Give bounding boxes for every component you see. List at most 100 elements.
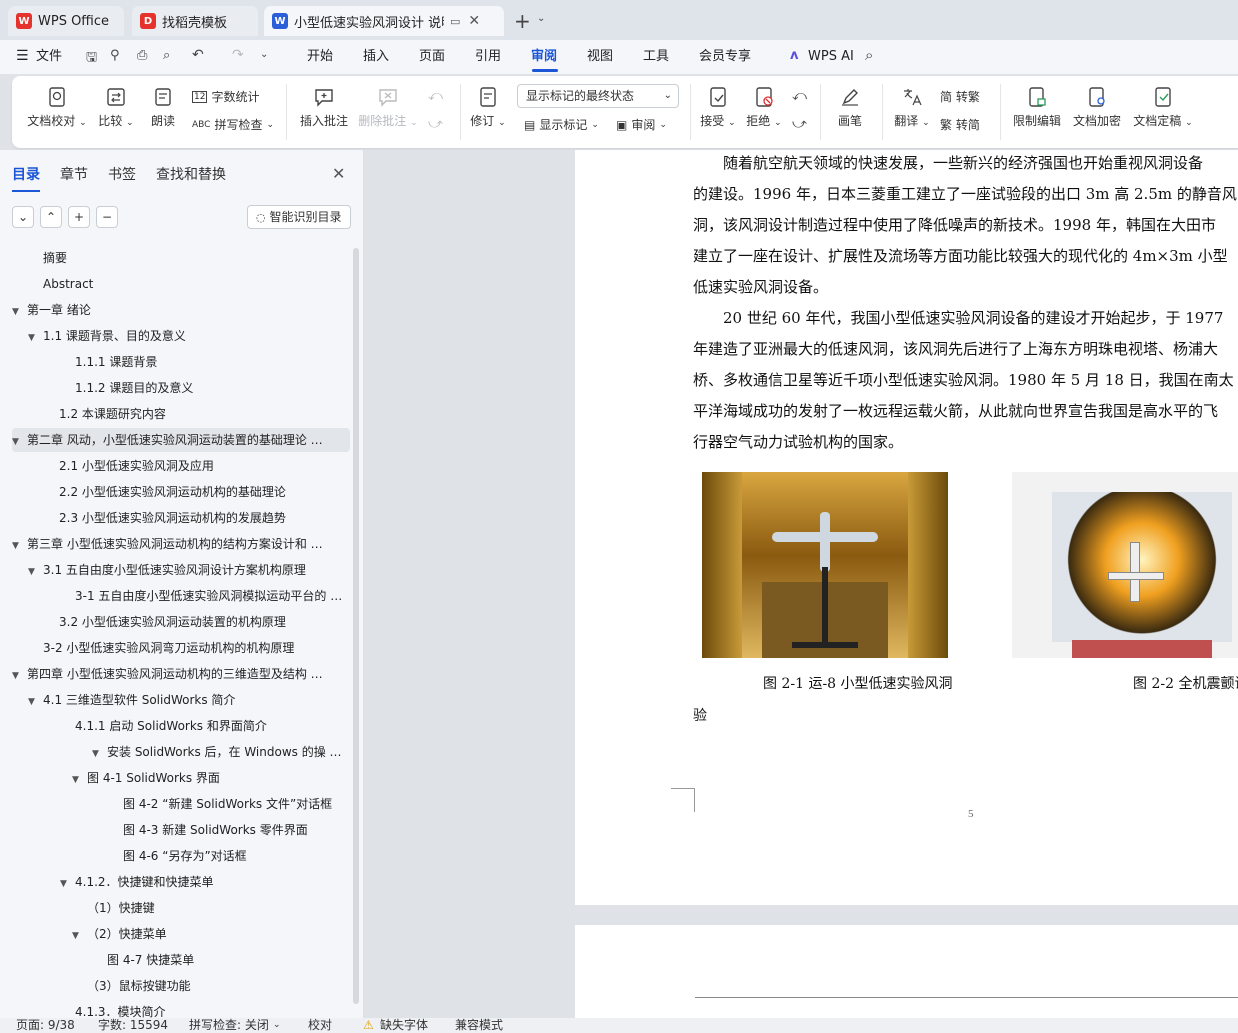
word-count-button[interactable]: 12 字数统计 <box>192 88 259 105</box>
toc-item[interactable]: ▼ 3.1 五自由度小型低速实验风洞设计方案机构原理 <box>12 558 350 582</box>
document-page[interactable]: 随着航空航天领域的快速发展，一些新兴的经济强国也开始重视风洞设备 的建设。1996… <box>575 150 1238 905</box>
toc-item[interactable]: ▼ 安装 SolidWorks 后，在 Windows 的操 … <box>12 740 350 764</box>
menu-tools[interactable]: 工具 <box>643 46 669 68</box>
next-change-icon[interactable]: ⤻ <box>792 116 807 132</box>
finalize-button[interactable]: 文档定稿 ⌄ <box>1130 86 1196 129</box>
menu-reference[interactable]: 引用 <box>475 46 501 68</box>
spell-check-button[interactable]: ABC 拼写检查 ⌄ <box>192 116 274 133</box>
encrypt-button[interactable]: 文档加密 <box>1070 86 1124 129</box>
toc-item[interactable]: ▼ 第一章 绪论 <box>12 298 350 322</box>
expand-arrow-icon[interactable]: ▼ <box>12 664 24 686</box>
toc-item[interactable]: ▼ 图 4-1 SolidWorks 界面 <box>12 766 350 790</box>
remove-heading-button[interactable]: − <box>96 206 118 228</box>
hamburger-icon[interactable]: ☰ <box>16 48 29 64</box>
show-markup-button[interactable]: ▤ 显示标记 ⌄ <box>524 116 599 133</box>
undo-icon[interactable]: ↶ <box>192 47 204 63</box>
toc-item[interactable]: ▼ 4.1.2．快捷键和快捷菜单 <box>12 870 350 894</box>
add-heading-button[interactable]: + <box>68 206 90 228</box>
close-tab-icon[interactable]: ✕ <box>468 13 480 29</box>
toc-item[interactable]: ▼ 1.1 课题背景、目的及意义 <box>12 324 350 348</box>
to-simplified-button[interactable]: 繁 转简 <box>940 116 980 133</box>
tab-chapters[interactable]: 章节 <box>60 164 88 184</box>
toc-item[interactable]: 图 4-6 “另存为”对话框 <box>12 844 350 868</box>
menu-member[interactable]: 会员专享 <box>699 46 751 68</box>
collapse-up-button[interactable]: ⌃ <box>40 206 62 228</box>
toc-item[interactable]: 2.3 小型低速实验风洞运动机构的发展趋势 <box>12 506 350 530</box>
tab-template[interactable]: D 找稻壳模板 <box>132 6 258 36</box>
accept-button[interactable]: 接受 ⌄ <box>698 86 738 129</box>
toc-item[interactable]: 1.1.2 课题目的及意义 <box>12 376 350 400</box>
expand-arrow-icon[interactable]: ▼ <box>12 534 24 556</box>
print-icon[interactable]: ⎙ <box>137 48 147 63</box>
menu-wps-ai[interactable]: WPS AI <box>808 46 854 68</box>
toc-item[interactable]: 4.1.1 启动 SolidWorks 和界面简介 <box>12 714 350 738</box>
menu-insert[interactable]: 插入 <box>363 46 389 68</box>
toc-item[interactable]: ▼ 第二章 风动，小型低速实验风洞运动装置的基础理论 … <box>12 428 350 452</box>
toc-item[interactable]: （1）快捷键 <box>12 896 350 920</box>
toc-item[interactable]: ▼ 第四章 小型低速实验风洞运动机构的三维造型及结构 … <box>12 662 350 686</box>
toc-item[interactable]: 摘要 <box>12 246 350 270</box>
toc-item[interactable]: 3-1 五自由度小型低速实验风洞模拟运动平台的 … <box>12 584 350 608</box>
collapse-down-button[interactable]: ⌄ <box>12 206 34 228</box>
save-icon[interactable]: 🖫 <box>86 48 97 70</box>
more-chevron-icon[interactable]: ⌄ <box>260 49 268 60</box>
toc-item[interactable]: 3-2 小型低速实验风洞弯刀运动机构的机构原理 <box>12 636 350 660</box>
expand-arrow-icon[interactable]: ▼ <box>28 690 40 712</box>
search-icon[interactable]: ⌕ <box>865 46 873 64</box>
track-changes-button[interactable]: 修订 ⌄ <box>468 86 508 129</box>
toc-item[interactable]: 图 4-7 快捷菜单 <box>12 948 350 972</box>
menu-file[interactable]: 文件 <box>36 46 62 68</box>
expand-arrow-icon[interactable]: ▼ <box>28 560 40 582</box>
ink-button[interactable]: 画笔 <box>832 86 868 129</box>
review-pane-button[interactable]: ▣ 审阅 ⌄ <box>616 116 667 133</box>
tab-find-replace[interactable]: 查找和替换 <box>156 164 226 184</box>
proof-status[interactable]: 校对 <box>308 1018 332 1033</box>
document-page-next[interactable] <box>575 925 1238 1018</box>
insert-comment-button[interactable]: 插入批注 <box>298 86 350 129</box>
toc-item[interactable]: 图 4-2 “新建 SolidWorks 文件”对话框 <box>12 792 350 816</box>
translate-button[interactable]: 翻译 ⌄ <box>892 86 932 129</box>
toc-item[interactable]: 1.2 本课题研究内容 <box>12 402 350 426</box>
toc-item[interactable]: ▼ 第三章 小型低速实验风洞运动机构的结构方案设计和 … <box>12 532 350 556</box>
word-count[interactable]: 字数: 15594 <box>98 1018 168 1033</box>
toc-item[interactable]: 图 4-3 新建 SolidWorks 零件界面 <box>12 818 350 842</box>
menu-page[interactable]: 页面 <box>419 46 445 68</box>
chevron-down-icon[interactable]: ⌄ <box>537 13 545 24</box>
share-icon[interactable]: ⚲ <box>110 48 120 63</box>
redo-icon[interactable]: ↷ <box>232 47 244 63</box>
toc-item[interactable]: 4.1.3．模块简介 <box>12 1000 350 1018</box>
prev-comment-icon[interactable]: ⤺ <box>428 88 443 104</box>
expand-arrow-icon[interactable]: ▼ <box>28 326 40 348</box>
window-icon[interactable]: ▭ <box>450 15 460 28</box>
display-mode-select[interactable]: 显示标记的最终状态 ⌄ <box>517 84 679 108</box>
tab-wps-office[interactable]: W WPS Office <box>8 6 124 36</box>
toc-item[interactable]: Abstract <box>12 272 350 296</box>
print-preview-icon[interactable]: ⌕ <box>163 48 170 63</box>
spell-check-status[interactable]: 拼写检查: 关闭 <box>189 1018 269 1033</box>
next-comment-icon[interactable]: ⤻ <box>428 116 443 132</box>
expand-arrow-icon[interactable]: ▼ <box>72 924 84 946</box>
expand-arrow-icon[interactable]: ▼ <box>60 872 72 894</box>
menu-review[interactable]: 审阅 <box>531 46 557 68</box>
page-indicator[interactable]: 页面: 9/38 <box>16 1018 75 1033</box>
menu-start[interactable]: 开始 <box>307 46 333 68</box>
compare-button[interactable]: 比较 ⌄ <box>96 86 136 129</box>
missing-font-status[interactable]: 缺失字体 <box>380 1018 428 1033</box>
expand-arrow-icon[interactable]: ▼ <box>92 742 104 764</box>
toc-item[interactable]: 2.2 小型低速实验风洞运动机构的基础理论 <box>12 480 350 504</box>
smart-toc-button[interactable]: ◌ 智能识别目录 <box>247 205 351 229</box>
expand-arrow-icon[interactable]: ▼ <box>72 768 84 790</box>
close-icon[interactable]: ✕ <box>332 164 345 183</box>
doc-check-button[interactable]: 文档校对 ⌄ <box>26 86 88 129</box>
expand-arrow-icon[interactable]: ▼ <box>12 430 24 452</box>
toc-item[interactable]: 1.1.1 课题背景 <box>12 350 350 374</box>
toc-item[interactable]: ▼ 4.1 三维造型软件 SolidWorks 简介 <box>12 688 350 712</box>
toc-item[interactable]: ▼ （2）快捷菜单 <box>12 922 350 946</box>
to-traditional-button[interactable]: 简 转繁 <box>940 88 980 105</box>
toc-scrollbar[interactable] <box>353 248 359 1004</box>
tab-document[interactable]: W 小型低速实验风洞设计 说明书 ▭ ✕ <box>264 6 504 36</box>
prev-change-icon[interactable]: ⤺ <box>792 88 807 104</box>
menu-view[interactable]: 视图 <box>587 46 613 68</box>
reject-button[interactable]: 拒绝 ⌄ <box>744 86 784 129</box>
restrict-edit-button[interactable]: 限制编辑 <box>1010 86 1064 129</box>
